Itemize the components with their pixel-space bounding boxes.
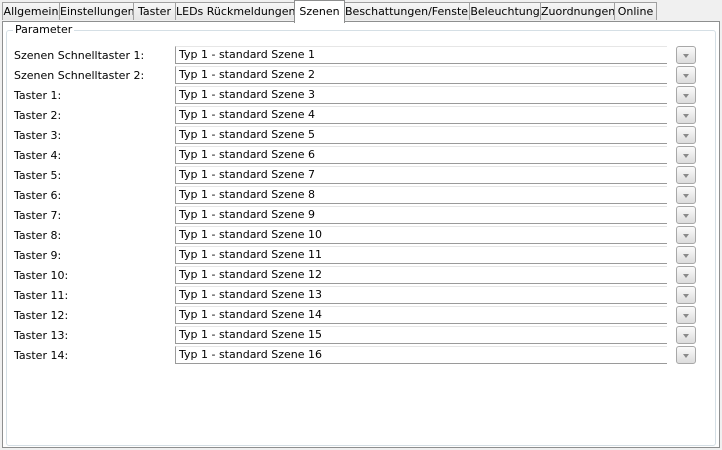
tab-allgemein[interactable]: Allgemein bbox=[2, 2, 60, 20]
tab-panel: Parameter Szenen Schnelltaster 1: Typ 1 … bbox=[2, 21, 720, 448]
param-value-field[interactable]: Typ 1 - standard Szene 3 bbox=[175, 86, 667, 104]
tab-szenen[interactable]: Szenen bbox=[294, 0, 345, 23]
param-value-field[interactable]: Typ 1 - standard Szene 12 bbox=[175, 266, 667, 284]
dropdown-button[interactable] bbox=[676, 106, 696, 124]
param-row: Taster 8: Typ 1 - standard Szene 10 bbox=[3, 226, 721, 246]
param-value-field[interactable]: Typ 1 - standard Szene 10 bbox=[175, 226, 667, 244]
chevron-down-icon bbox=[683, 74, 689, 78]
dropdown-button[interactable] bbox=[676, 46, 696, 64]
param-label: Taster 13: bbox=[14, 329, 69, 342]
param-label: Taster 1: bbox=[14, 89, 62, 102]
param-value-field[interactable]: Typ 1 - standard Szene 15 bbox=[175, 326, 667, 344]
param-row: Taster 13: Typ 1 - standard Szene 15 bbox=[3, 326, 721, 346]
param-label: Taster 2: bbox=[14, 109, 62, 122]
param-row: Taster 11: Typ 1 - standard Szene 13 bbox=[3, 286, 721, 306]
chevron-down-icon bbox=[683, 274, 689, 278]
tab-zuordnungen[interactable]: Zuordnungen bbox=[540, 2, 615, 20]
chevron-down-icon bbox=[683, 334, 689, 338]
chevron-down-icon bbox=[683, 134, 689, 138]
chevron-down-icon bbox=[683, 54, 689, 58]
param-value-field[interactable]: Typ 1 - standard Szene 1 bbox=[175, 46, 667, 64]
param-value-field[interactable]: Typ 1 - standard Szene 8 bbox=[175, 186, 667, 204]
param-value-field[interactable]: Typ 1 - standard Szene 2 bbox=[175, 66, 667, 84]
param-row: Szenen Schnelltaster 1: Typ 1 - standard… bbox=[3, 46, 721, 66]
param-row: Szenen Schnelltaster 2: Typ 1 - standard… bbox=[3, 66, 721, 86]
param-label: Taster 3: bbox=[14, 129, 62, 142]
param-value-field[interactable]: Typ 1 - standard Szene 7 bbox=[175, 166, 667, 184]
dropdown-button[interactable] bbox=[676, 146, 696, 164]
param-label: Szenen Schnelltaster 2: bbox=[14, 69, 145, 82]
param-label: Taster 10: bbox=[14, 269, 69, 282]
param-value-field[interactable]: Typ 1 - standard Szene 5 bbox=[175, 126, 667, 144]
param-label: Taster 5: bbox=[14, 169, 62, 182]
chevron-down-icon bbox=[683, 154, 689, 158]
param-row: Taster 9: Typ 1 - standard Szene 11 bbox=[3, 246, 721, 266]
chevron-down-icon bbox=[683, 114, 689, 118]
param-label: Taster 8: bbox=[14, 229, 62, 242]
group-caption: Parameter bbox=[13, 23, 75, 36]
param-label: Taster 14: bbox=[14, 349, 69, 362]
param-row: Taster 2: Typ 1 - standard Szene 4 bbox=[3, 106, 721, 126]
dropdown-button[interactable] bbox=[676, 186, 696, 204]
param-label: Taster 12: bbox=[14, 309, 69, 322]
param-label: Taster 4: bbox=[14, 149, 62, 162]
param-row: Taster 14: Typ 1 - standard Szene 16 bbox=[3, 346, 721, 366]
param-value-field[interactable]: Typ 1 - standard Szene 11 bbox=[175, 246, 667, 264]
param-label: Taster 7: bbox=[14, 209, 62, 222]
dropdown-button[interactable] bbox=[676, 66, 696, 84]
param-row: Taster 5: Typ 1 - standard Szene 7 bbox=[3, 166, 721, 186]
param-row: Taster 7: Typ 1 - standard Szene 9 bbox=[3, 206, 721, 226]
param-row: Taster 12: Typ 1 - standard Szene 14 bbox=[3, 306, 721, 326]
chevron-down-icon bbox=[683, 314, 689, 318]
param-value-field[interactable]: Typ 1 - standard Szene 6 bbox=[175, 146, 667, 164]
dropdown-button[interactable] bbox=[676, 286, 696, 304]
dropdown-button[interactable] bbox=[676, 246, 696, 264]
param-value-field[interactable]: Typ 1 - standard Szene 4 bbox=[175, 106, 667, 124]
dropdown-button[interactable] bbox=[676, 86, 696, 104]
param-value-field[interactable]: Typ 1 - standard Szene 9 bbox=[175, 206, 667, 224]
chevron-down-icon bbox=[683, 254, 689, 258]
param-row: Taster 10: Typ 1 - standard Szene 12 bbox=[3, 266, 721, 286]
param-value-field[interactable]: Typ 1 - standard Szene 16 bbox=[175, 346, 667, 364]
dropdown-button[interactable] bbox=[676, 166, 696, 184]
param-label: Szenen Schnelltaster 1: bbox=[14, 49, 145, 62]
chevron-down-icon bbox=[683, 294, 689, 298]
param-value-field[interactable]: Typ 1 - standard Szene 14 bbox=[175, 306, 667, 324]
chevron-down-icon bbox=[683, 94, 689, 98]
chevron-down-icon bbox=[683, 194, 689, 198]
param-label: Taster 9: bbox=[14, 249, 62, 262]
tab-online[interactable]: Online bbox=[614, 2, 657, 20]
dropdown-button[interactable] bbox=[676, 346, 696, 364]
dropdown-button[interactable] bbox=[676, 226, 696, 244]
param-row: Taster 1: Typ 1 - standard Szene 3 bbox=[3, 86, 721, 106]
tab-taster[interactable]: Taster bbox=[133, 2, 176, 20]
tab-beleuchtung[interactable]: Beleuchtung bbox=[469, 2, 541, 20]
dropdown-button[interactable] bbox=[676, 326, 696, 344]
chevron-down-icon bbox=[683, 174, 689, 178]
chevron-down-icon bbox=[683, 214, 689, 218]
tab-leds-rueckmeldungen[interactable]: LEDs Rückmeldungen bbox=[175, 2, 296, 20]
param-row: Taster 6: Typ 1 - standard Szene 8 bbox=[3, 186, 721, 206]
dropdown-button[interactable] bbox=[676, 306, 696, 324]
chevron-down-icon bbox=[683, 354, 689, 358]
dropdown-button[interactable] bbox=[676, 266, 696, 284]
tab-beschattungen-fenster[interactable]: Beschattungen/Fenster bbox=[344, 2, 470, 20]
param-row: Taster 4: Typ 1 - standard Szene 6 bbox=[3, 146, 721, 166]
param-label: Taster 11: bbox=[14, 289, 69, 302]
param-label: Taster 6: bbox=[14, 189, 62, 202]
tab-einstellungen[interactable]: Einstellungen bbox=[59, 2, 134, 20]
param-row: Taster 3: Typ 1 - standard Szene 5 bbox=[3, 126, 721, 146]
dropdown-button[interactable] bbox=[676, 126, 696, 144]
tab-strip: Allgemein Einstellungen Taster LEDs Rück… bbox=[0, 0, 722, 23]
dropdown-button[interactable] bbox=[676, 206, 696, 224]
chevron-down-icon bbox=[683, 234, 689, 238]
param-value-field[interactable]: Typ 1 - standard Szene 13 bbox=[175, 286, 667, 304]
